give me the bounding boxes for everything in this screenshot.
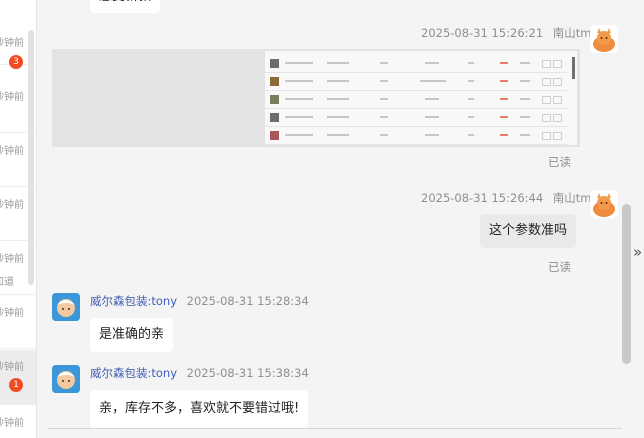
message-sender: 南山tm <box>552 26 592 40</box>
message-bubble: 是准确的亲 <box>90 318 174 352</box>
image-content <box>265 51 577 145</box>
conversation-preview: 知道 <box>0 277 14 288</box>
message-meta: 威尔森包装:tony 2025-08-31 15:28:34 <box>90 293 309 309</box>
message-time: 2025-08-31 15:26:44 <box>421 191 544 205</box>
unread-badge: 3 <box>9 55 23 69</box>
message-sender[interactable]: 威尔森包装:tony <box>90 366 177 380</box>
conversation-time: 秒钟前 <box>0 254 24 265</box>
divider <box>47 428 622 429</box>
conversation-item-selected[interactable]: 秒钟前 1 <box>0 350 36 405</box>
avatar[interactable] <box>590 25 618 53</box>
conversation-time: 秒钟前 <box>0 200 24 211</box>
message-meta: 2025-08-31 15:26:21 南山tm <box>421 25 592 41</box>
avatar[interactable] <box>590 190 618 218</box>
message-bubble: 亲，库存不多，喜欢就不要错过哦! <box>90 390 309 428</box>
conversation-time: 秒钟前 <box>0 38 24 49</box>
read-status: 已读 <box>548 155 571 169</box>
message-time: 2025-08-31 15:26:21 <box>421 26 544 40</box>
conversation-list: 秒钟前 3 秒钟前 秒钟前 秒钟前 秒钟前 知道 秒钟前 秒钟前 1 秒钟前 <box>0 0 37 438</box>
message-time: 2025-08-31 15:28:34 <box>186 294 309 308</box>
cartoon-avatar-icon <box>52 293 80 321</box>
conversation-item[interactable]: 秒钟前 <box>0 294 36 349</box>
unread-badge: 1 <box>9 378 23 392</box>
conversation-time: 秒钟前 <box>0 418 24 429</box>
conversation-time: 秒钟前 <box>0 92 24 103</box>
message-sender: 南山tm <box>552 191 592 205</box>
read-status: 已读 <box>548 260 571 274</box>
chat-area: 感受新款 2025-08-31 15:26:21 南山tm 已读 2025-08… <box>37 0 644 438</box>
expand-panel-icon[interactable]: » <box>633 243 642 261</box>
cat-avatar-icon <box>590 25 618 53</box>
conversation-time: 秒钟前 <box>0 308 24 319</box>
conversation-item[interactable]: 秒钟前 <box>0 404 36 438</box>
message-time: 2025-08-31 15:38:34 <box>186 366 309 380</box>
message-bubble: 这个参数准吗 <box>480 214 577 248</box>
conversation-list-scrollbar[interactable] <box>28 30 34 285</box>
conversation-time: 秒钟前 <box>0 146 24 157</box>
message-bubble-partial: 感受新款 <box>90 0 161 13</box>
conversation-time: 秒钟前 <box>0 362 24 373</box>
avatar[interactable] <box>52 365 80 393</box>
message-meta: 2025-08-31 15:26:44 南山tm <box>421 190 592 206</box>
message-sender[interactable]: 威尔森包装:tony <box>90 294 177 308</box>
cartoon-avatar-icon <box>52 365 80 393</box>
avatar[interactable] <box>52 293 80 321</box>
message-image[interactable] <box>52 49 580 147</box>
message-meta: 威尔森包装:tony 2025-08-31 15:38:34 <box>90 365 309 381</box>
chat-scrollbar[interactable] <box>622 204 631 364</box>
cat-avatar-icon <box>590 190 618 218</box>
